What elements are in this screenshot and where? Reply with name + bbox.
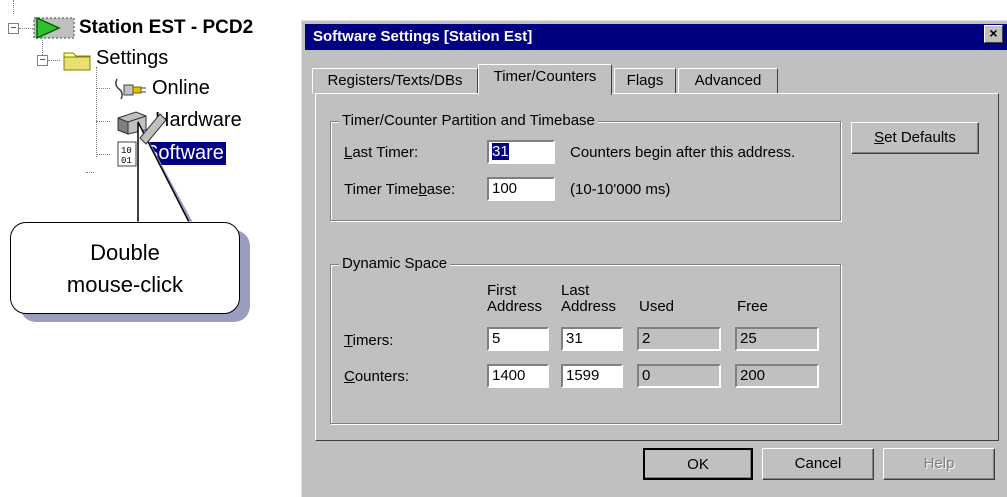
partition-group-title: Timer/Counter Partition and Timebase [339, 112, 598, 129]
tab-label: Timer/Counters [493, 68, 597, 85]
callout-line-2: mouse-click [66, 272, 184, 297]
col-first-line2: Address [487, 298, 543, 315]
counters-free-value: 200 [735, 364, 819, 388]
button-label: et Defaults [884, 129, 956, 146]
collapse-settings-toggle[interactable]: − [37, 55, 48, 66]
timebase-label: Timer Timebase: [344, 181, 455, 198]
label-rest: imers: [352, 332, 394, 349]
accelerator-letter: S [874, 129, 885, 146]
tab-flags[interactable]: Flags [614, 68, 676, 94]
dialog-title: Software Settings [Station Est] [313, 28, 533, 45]
col-used: Used [639, 298, 675, 315]
close-button[interactable]: × [984, 25, 1003, 43]
timers-free-value: 25 [735, 327, 819, 351]
dynamic-space-title: Dynamic Space [339, 255, 451, 272]
last-timer-note: Counters begin after this address. [570, 144, 796, 161]
callout-bubble: Double mouse-click [10, 222, 240, 314]
online-plug-icon [115, 78, 146, 100]
timers-label: Timers: [344, 332, 393, 349]
col-first-line1: First [487, 282, 517, 299]
callout-line-1: Double [90, 240, 160, 265]
cancel-button[interactable]: Cancel [762, 448, 874, 480]
dynamic-space-group: Dynamic Space First Address Last Address… [330, 255, 841, 424]
timebase-input[interactable]: 100 [487, 177, 555, 201]
tree-line [86, 172, 94, 173]
tab-label: Registers/Texts/DBs [327, 72, 463, 89]
col-last-line1: Last [561, 282, 590, 299]
timers-used-value: 2 [637, 327, 721, 351]
tab-timer-counters[interactable]: Timer/Counters [478, 64, 612, 95]
tree-item-settings[interactable]: Settings [96, 47, 168, 70]
dialog-titlebar[interactable]: Software Settings [Station Est] [305, 24, 1007, 50]
tab-label: Advanced [694, 72, 762, 89]
col-free: Free [737, 298, 768, 315]
label-rest: ase: [426, 181, 456, 198]
tab-panel: Timer/Counter Partition and Timebase Las… [315, 93, 999, 441]
accelerator-letter: T [344, 332, 353, 349]
last-timer-label: Last Timer: [344, 144, 418, 161]
tree-line [96, 67, 97, 157]
last-timer-value: 31 [492, 143, 509, 160]
counters-label: Counters: [344, 368, 409, 385]
folder-icon [63, 52, 91, 71]
tree-item-online[interactable]: Online [152, 77, 210, 100]
tree-line [96, 88, 110, 89]
tree-item-station[interactable]: Station EST - PCD2 [79, 17, 253, 39]
label-rest: ounters: [354, 368, 410, 385]
counters-first-input[interactable]: 1400 [487, 364, 549, 388]
help-button[interactable]: Help [883, 448, 995, 480]
software-settings-dialog: Software Settings [Station Est] × Regist… [301, 20, 1007, 497]
label-rest: ast Timer: [352, 144, 419, 161]
set-defaults-button[interactable]: Set Defaults [851, 122, 979, 154]
tab-registers-texts-dbs[interactable]: Registers/Texts/DBs [312, 68, 478, 94]
timebase-note: (10-10'000 ms) [570, 181, 671, 198]
col-last-line2: Address [561, 298, 617, 315]
timers-first-input[interactable]: 5 [487, 327, 549, 351]
counters-last-input[interactable]: 1599 [561, 364, 623, 388]
collapse-station-toggle[interactable]: − [8, 23, 19, 34]
tab-advanced[interactable]: Advanced [678, 68, 778, 94]
partition-group: Timer/Counter Partition and Timebase Las… [330, 112, 841, 221]
station-icon [33, 16, 75, 40]
accelerator-letter: b [418, 181, 427, 198]
mouse-pointer-icon [139, 113, 167, 145]
counters-used-value: 0 [637, 364, 721, 388]
timers-last-input[interactable]: 31 [561, 327, 623, 351]
tab-label: Flags [626, 72, 664, 89]
tree-line [13, 0, 14, 14]
last-timer-input[interactable]: 31 [487, 140, 555, 164]
accelerator-letter: C [344, 368, 355, 385]
tree-line [19, 28, 33, 29]
ok-button[interactable]: OK [643, 448, 753, 480]
label-pre: Timer Time [344, 181, 419, 198]
tree-line [48, 60, 60, 61]
